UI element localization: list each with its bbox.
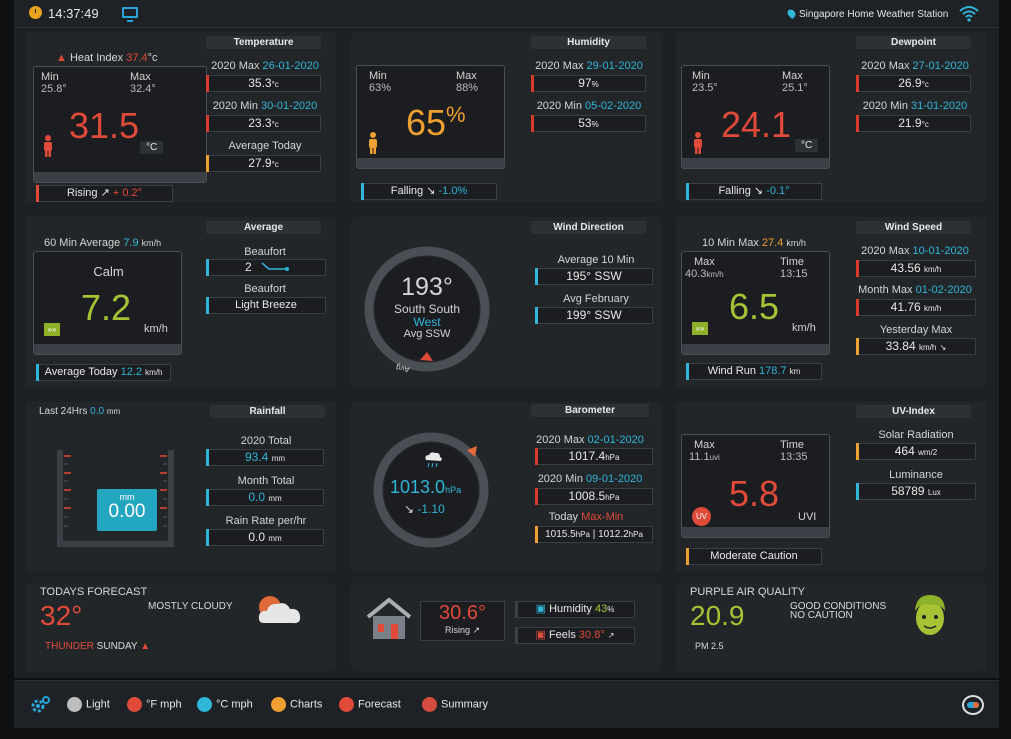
cloud-sun-icon (258, 596, 301, 624)
uv-badge: UV (692, 507, 711, 526)
trend-up-icon: ↗ (100, 187, 110, 199)
current-temperature: 31.5 (69, 105, 140, 146)
max-value: 32.4° (130, 83, 156, 95)
location-pin-icon (785, 7, 798, 20)
station-name: Singapore Home Weather Station (799, 9, 949, 20)
person-icon (694, 132, 702, 154)
monitor-icon[interactable] (122, 7, 138, 22)
avg-today-label: Average Today (228, 140, 302, 152)
trend-down-icon: ↘ (753, 185, 764, 197)
indoor-temp-box: 30.6° Rising ↗ (420, 601, 505, 641)
year-max-value: 35.3°c (206, 75, 321, 92)
menu-fahrenheit-mph[interactable]: °F mph (127, 697, 182, 712)
wind-run: Wind Run 178.7 km (686, 363, 822, 380)
average-card: Calm 7.2 »» km/h (33, 251, 182, 355)
rain-gauge-readout: mm 0.00 (97, 489, 157, 531)
year-min-value: 23.3°c (206, 115, 321, 132)
wind-speed-panel: Wind Speed 10 Min Max 27.4 km/h Max 40.3… (676, 217, 986, 387)
dashboard-frame: Temperature ▲ Heat Index 37.4°c Min 25.8… (14, 28, 999, 678)
panel-title: Rainfall (210, 405, 325, 418)
temperature-card: Min 25.8° Max 32.4° 31.5 °C (33, 66, 207, 183)
average-wind-panel: Average 60 Min Average 7.9 km/h Calm 7.2… (26, 217, 336, 387)
trend-down-icon: ↘ (404, 502, 415, 516)
min-label: Min (41, 71, 59, 83)
dewpoint-panel: Dewpoint Min 23.5° Max 25.1° 24.1 °C Fal… (676, 32, 986, 202)
trend-down-icon: ↘ (426, 185, 436, 197)
trend-down-icon: ↘ (939, 343, 947, 352)
panel-title: Humidity (531, 36, 646, 49)
indoor-humidity: ▣ Humidity 43% (515, 601, 635, 618)
warning-icon: ▲ (56, 52, 67, 64)
indoor-panel: 30.6° Rising ↗ ▣ Humidity 43% ▣ Feels 30… (351, 583, 661, 671)
uv-index-panel: UV-Index Max 11.1uvi Time 13:35 5.8 UV U… (676, 402, 986, 572)
year-min-label: 2020 Min 05-02-2020 (536, 100, 642, 112)
temperature-panel: Temperature ▲ Heat Index 37.4°c Min 25.8… (26, 32, 336, 202)
heat-index: ▲ Heat Index 37.4°c (56, 52, 158, 64)
panel-title: Temperature (206, 36, 321, 49)
panel-title: Wind Speed (856, 221, 971, 234)
air-quality-panel: PURPLE AIR QUALITY 20.9 GOOD CONDITIONS … (676, 583, 986, 671)
top-bar: 14:37:49 Singapore Home Weather Station (14, 0, 999, 28)
barometer-panel: Barometer 1013.0hPa ↘ -1.10 2020 Max 02-… (351, 402, 661, 572)
min-value: 25.8° (41, 83, 67, 95)
gear-icon[interactable] (30, 696, 50, 714)
humidity-card: Min 63% Max 88% 65% (356, 65, 505, 169)
menu-forecast[interactable]: Forecast (339, 697, 401, 712)
temperature-trend: Rising ↗ + 0.2° (36, 185, 173, 202)
unit-label: °C (140, 141, 164, 154)
wifi-icon (959, 6, 979, 22)
person-icon (44, 135, 52, 157)
warning-icon: ▲ (140, 641, 151, 652)
current-dewpoint: 24.1 (721, 104, 792, 145)
panel-title: Dewpoint (856, 36, 971, 49)
uv-card: Max 11.1uvi Time 13:35 5.8 UV UVI (681, 434, 830, 538)
indoor-feels: ▣ Feels 30.8° ↗ (515, 627, 635, 644)
trend-up-icon: ↗ (472, 625, 481, 635)
dewpoint-card: Min 23.5° Max 25.1° 24.1 °C (681, 65, 830, 169)
menu-celsius-mph[interactable]: °C mph (197, 697, 253, 712)
beaufort-number: 2 (206, 259, 326, 276)
max-label: Max (130, 71, 151, 83)
fast-forward-icon: »» (44, 323, 60, 336)
humidity-icon: ▣ (535, 603, 547, 615)
year-max-value: 97% (531, 75, 646, 92)
year-min-value: 53% (531, 115, 646, 132)
menu-light[interactable]: Light (67, 697, 110, 712)
panel-title: Wind Direction (531, 221, 646, 234)
wind-scale-icon (261, 262, 290, 271)
avg-today-value: 27.9°c (206, 155, 321, 172)
avg-today: Average Today 12.2 km/h (36, 364, 171, 381)
person-icon (369, 132, 377, 154)
uv-caution: Moderate Caution (686, 548, 822, 565)
dewpoint-trend: Falling ↘ -0.1° (686, 183, 822, 200)
trend-up-icon: ↗ (607, 631, 615, 640)
menu-summary[interactable]: Summary (422, 697, 488, 712)
panel-title: Average (206, 221, 321, 234)
year-max-label: 2020 Max 26-01-2020 (211, 60, 319, 72)
clock-icon (29, 6, 42, 19)
rainfall-panel: Rainfall Last 24Hrs 0.0 mm mm 0.00 2020 … (26, 402, 336, 572)
wind-direction-panel: Wind Direction 193° South South West Avg… (351, 217, 661, 387)
forecast-panel: TODAYS FORECAST 32° MOSTLY CLOUDY THUNDE… (26, 583, 336, 671)
card-footer (34, 172, 206, 182)
clock-time: 14:37:49 (48, 6, 99, 21)
toggle-icon[interactable] (962, 695, 984, 715)
beaufort-description: Light Breeze (206, 297, 326, 314)
menu-charts[interactable]: Charts (271, 697, 322, 712)
humidity-panel: Humidity Min 63% Max 88% 65% Falling ↘ -… (351, 32, 661, 202)
year-max-label: 2020 Max 29-01-2020 (535, 60, 643, 72)
cloud-rain-icon (425, 452, 442, 468)
fast-forward-icon: »» (692, 322, 708, 335)
panel-title: Barometer (531, 404, 649, 417)
humidity-trend: Falling ↘ -1.0% (361, 183, 497, 200)
thermometer-icon: ▣ (535, 629, 546, 641)
house-icon (366, 597, 412, 639)
face-icon (915, 595, 945, 635)
bottom-menu-bar: Light °F mph °C mph Charts Forecast Summ… (14, 680, 999, 728)
current-humidity: 65% (406, 102, 466, 143)
year-min-label: 2020 Min 30-01-2020 (212, 100, 318, 112)
wind-speed-card: Max 40.3km/h Time 13:15 6.5 »» km/h (681, 251, 830, 355)
panel-title: UV-Index (856, 405, 971, 418)
